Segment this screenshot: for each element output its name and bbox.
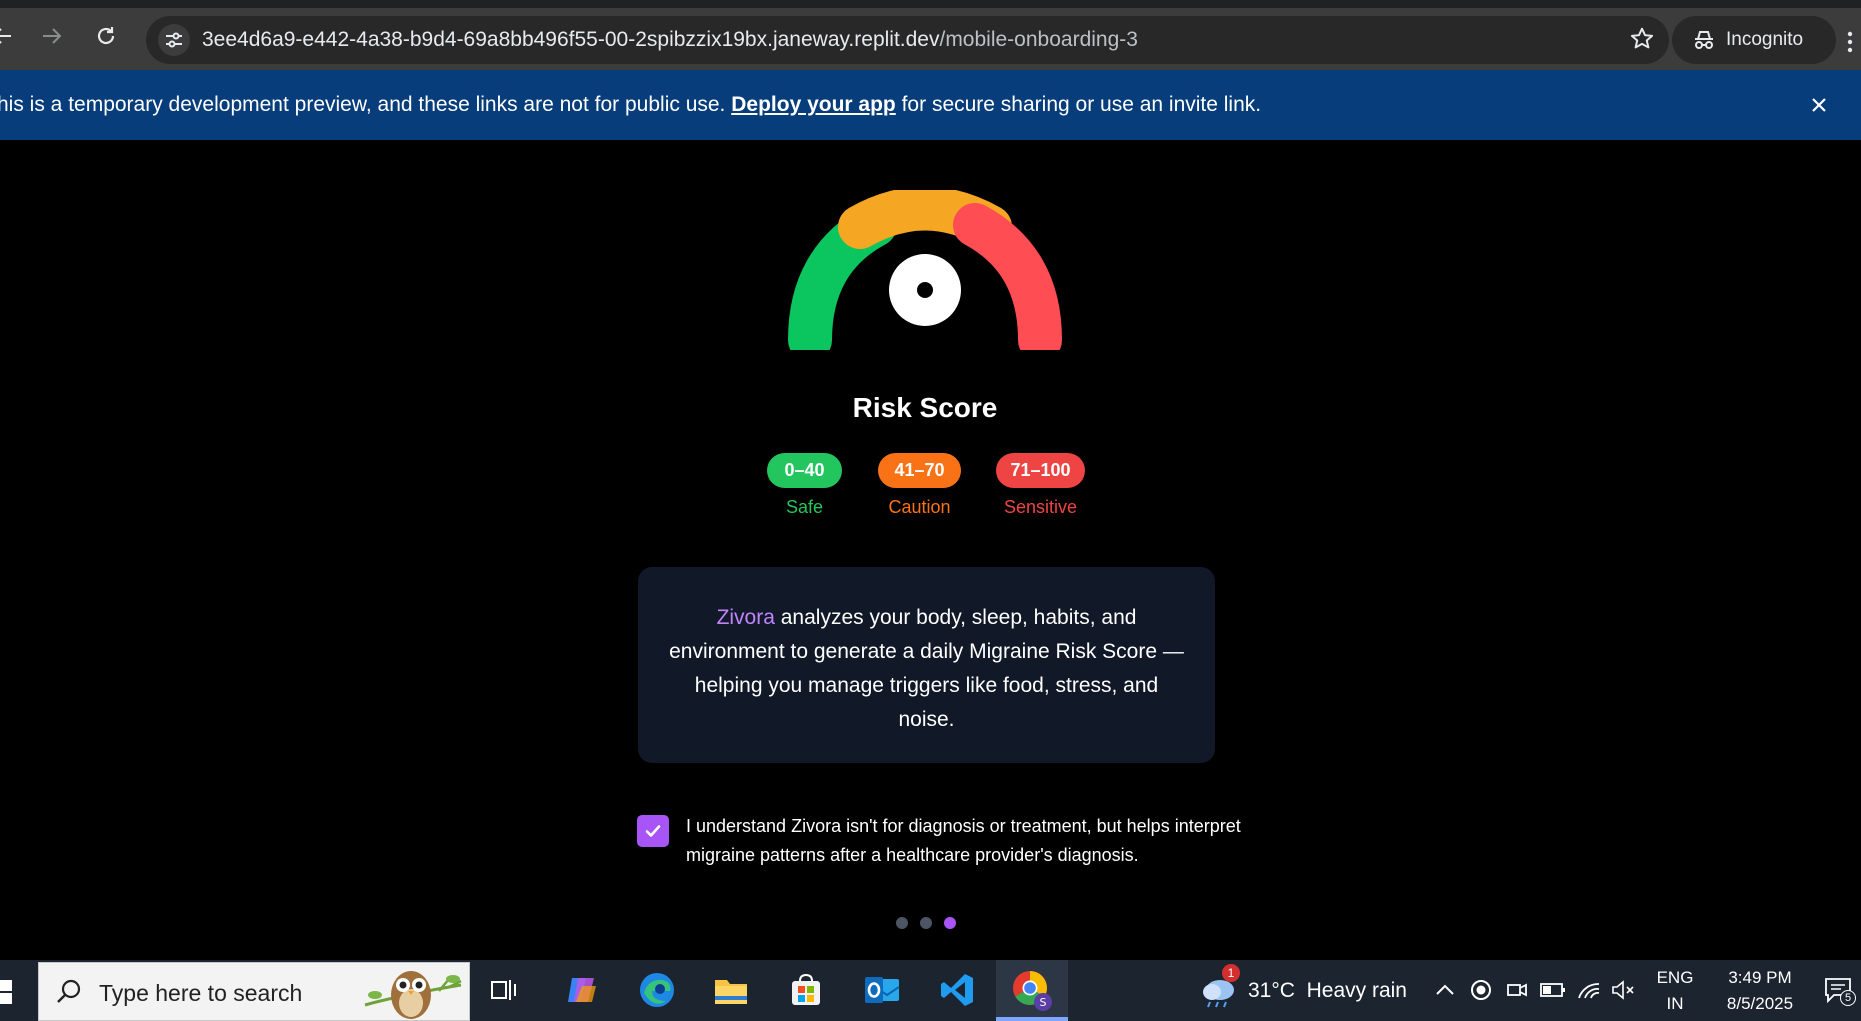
clock-time: 3:49 PM xyxy=(1728,968,1792,987)
deploy-app-link[interactable]: Deploy your app xyxy=(731,93,896,116)
keyboard-region: IN xyxy=(1666,994,1684,1013)
range-label-sensitive: Sensitive xyxy=(1003,497,1078,517)
weather-temperature: 31°C xyxy=(1248,979,1295,1002)
url-host: 3ee4d6a9-e442-4a38-b9d4-69a8bb496f55-00-… xyxy=(202,28,940,51)
svg-text:S: S xyxy=(1040,996,1047,1009)
consent-checkbox[interactable] xyxy=(637,815,669,847)
url-path: /mobile-onboarding-3 xyxy=(939,28,1138,51)
reload-icon xyxy=(97,27,115,45)
meet-now-icon[interactable] xyxy=(1502,970,1532,1010)
incognito-profile-button[interactable]: Incognito xyxy=(1672,16,1836,64)
speaker-muted-icon[interactable] xyxy=(1608,970,1638,1010)
notification-count-badge: 5 xyxy=(1840,990,1856,1006)
clock-date: 8/5/2025 xyxy=(1726,994,1794,1013)
chrome-icon: S xyxy=(1013,971,1052,1011)
windows-start-icon[interactable] xyxy=(0,978,14,1006)
banner-text-before: his is a temporary development preview, … xyxy=(0,93,732,116)
weather-alert-badge: 1 xyxy=(1222,964,1240,982)
back-button[interactable] xyxy=(0,16,22,56)
windows-taskbar: Type here to search S 1 31°C Heavy rain … xyxy=(0,960,1861,1021)
clock[interactable]: 3:49 PM 8/5/2025 xyxy=(1712,968,1808,1014)
range-pill-sensitive: 71–100 xyxy=(996,453,1085,488)
browser-menu-icon[interactable] xyxy=(1846,30,1854,59)
dev-preview-banner: his is a temporary development preview, … xyxy=(0,70,1861,140)
site-info-icon[interactable] xyxy=(158,24,190,56)
outlook-icon[interactable] xyxy=(862,970,902,1010)
checkmark-icon xyxy=(645,825,661,837)
reload-button[interactable] xyxy=(86,16,126,56)
chrome-taskbar-tile[interactable]: S xyxy=(996,960,1068,1021)
edge-browser-icon[interactable] xyxy=(637,970,677,1010)
language-code: ENG xyxy=(1656,968,1694,987)
range-label-safe: Safe xyxy=(785,497,824,517)
range-label-caution: Caution xyxy=(888,497,951,517)
owl-search-highlight-icon xyxy=(364,971,462,1019)
gauge-pivot xyxy=(917,282,933,298)
chevron-up-icon[interactable] xyxy=(1430,970,1460,1010)
weather-icon[interactable]: 1 xyxy=(1198,964,1240,1010)
active-app-indicator xyxy=(996,1017,1068,1021)
risk-gauge xyxy=(788,190,1062,350)
banner-text-after: for secure sharing or use an invite link… xyxy=(895,93,1262,116)
arrow-right-icon xyxy=(43,28,62,44)
profile-label: Incognito xyxy=(1726,29,1804,50)
range-pill-caution: 41–70 xyxy=(878,453,961,488)
weather-description: Heavy rain xyxy=(1306,979,1407,1002)
bookmark-star-icon[interactable] xyxy=(1629,26,1655,57)
file-explorer-icon[interactable] xyxy=(711,970,751,1010)
task-view-icon[interactable] xyxy=(484,970,524,1010)
close-icon[interactable] xyxy=(1806,92,1832,118)
consent-label[interactable]: I understand Zivora isn't for diagnosis … xyxy=(686,812,1246,870)
weather-widget[interactable]: 31°C Heavy rain xyxy=(1248,979,1407,1003)
range-pill-safe: 0–40 xyxy=(767,453,842,488)
incognito-icon xyxy=(1695,31,1713,49)
pagination-dot-3[interactable] xyxy=(944,917,956,929)
address-bar[interactable]: 3ee4d6a9-e442-4a38-b9d4-69a8bb496f55-00-… xyxy=(146,16,1669,64)
gauge-sensitive-segment xyxy=(953,203,1062,350)
wifi-icon[interactable] xyxy=(1574,970,1604,1010)
pagination-dot-1[interactable] xyxy=(896,917,908,929)
copilot-icon[interactable] xyxy=(562,970,602,1010)
microsoft-store-icon[interactable] xyxy=(786,970,826,1010)
record-icon[interactable] xyxy=(1466,970,1496,1010)
banner-message: his is a temporary development preview, … xyxy=(0,93,1261,117)
language-indicator[interactable]: ENG IN xyxy=(1655,968,1695,1014)
description-card: Zivora analyzes your body, sleep, habits… xyxy=(638,567,1215,763)
browser-toolbar: 3ee4d6a9-e442-4a38-b9d4-69a8bb496f55-00-… xyxy=(0,0,1861,70)
search-icon xyxy=(57,979,81,1003)
forward-button[interactable] xyxy=(32,16,72,56)
notifications-icon[interactable]: 5 xyxy=(1818,970,1858,1010)
page-title: Risk Score xyxy=(852,392,998,423)
arrow-left-icon xyxy=(0,28,11,44)
brand-name: Zivora xyxy=(716,606,775,629)
vs-code-icon[interactable] xyxy=(937,970,977,1010)
taskbar-search-box[interactable]: Type here to search xyxy=(38,962,470,1021)
pagination-dot-2[interactable] xyxy=(920,917,932,929)
search-placeholder: Type here to search xyxy=(99,980,303,1006)
url-text[interactable]: 3ee4d6a9-e442-4a38-b9d4-69a8bb496f55-00-… xyxy=(202,28,1138,52)
battery-icon[interactable] xyxy=(1538,970,1568,1010)
